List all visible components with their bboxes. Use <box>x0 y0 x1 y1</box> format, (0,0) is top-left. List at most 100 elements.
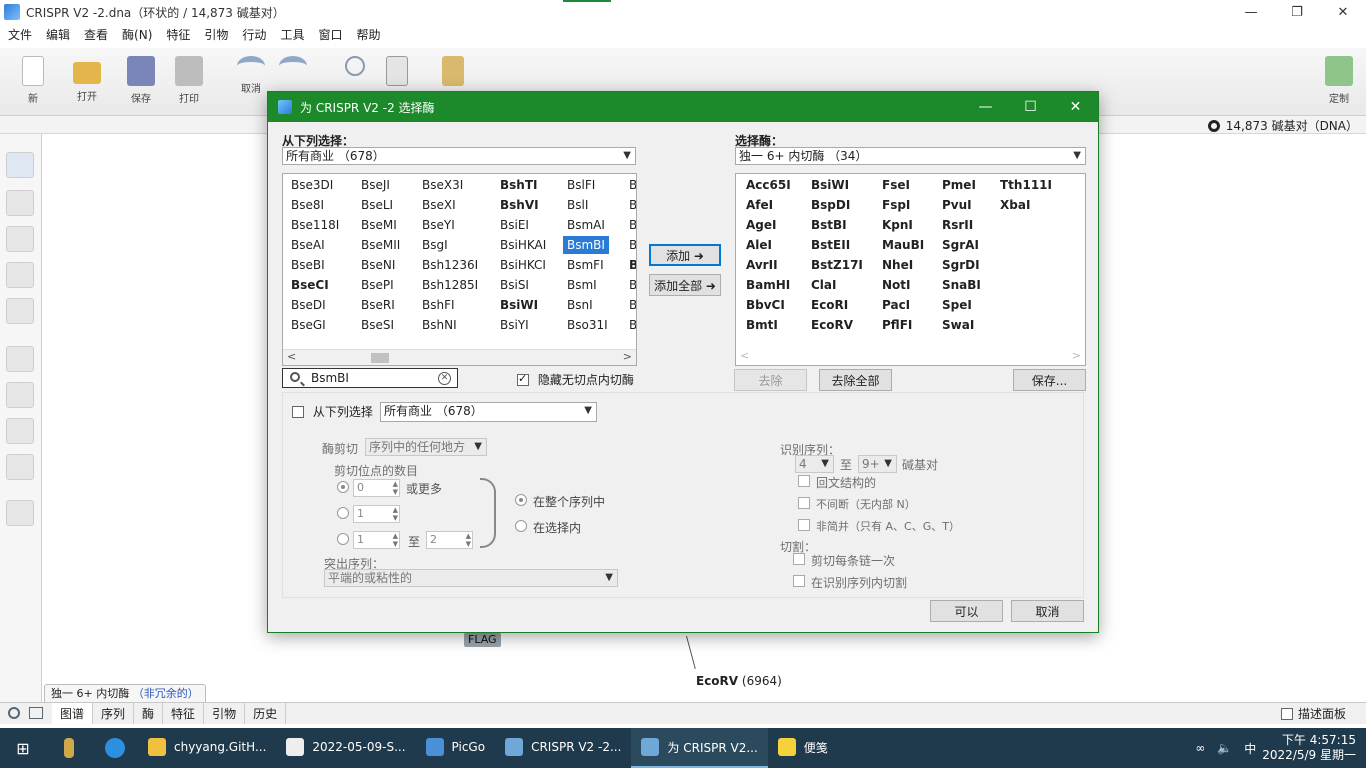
enzyme-item-selected[interactable]: BsmBI <box>563 236 609 254</box>
enzyme-item[interactable]: BsiYI <box>496 316 533 334</box>
enzyme-item[interactable]: BsePI <box>357 276 398 294</box>
enzyme-item[interactable]: B <box>625 196 636 214</box>
enzyme-cut-combo[interactable]: 序列中的任何地方 ▼ <box>365 438 487 456</box>
search-icon[interactable] <box>8 707 20 719</box>
enzyme-item[interactable]: Bse3DI <box>287 176 337 194</box>
chosen-enzyme-item[interactable]: SgrDI <box>938 256 984 274</box>
enzyme-item[interactable]: B <box>625 216 636 234</box>
tab-features[interactable]: 特征 <box>163 703 205 724</box>
uninterrupted-checkbox[interactable] <box>798 497 810 509</box>
spinner-arrows-icon[interactable]: ▲ ▼ <box>393 506 398 522</box>
chosen-enzyme-item[interactable]: XbaI <box>996 196 1034 214</box>
clear-search-icon[interactable]: ✕ <box>438 372 451 385</box>
chosen-enzyme-item[interactable]: AgeI <box>742 216 780 234</box>
new-button[interactable]: 新 <box>8 56 58 105</box>
open-button[interactable]: 打开 <box>62 56 112 103</box>
enzyme-item[interactable]: Bse118I <box>287 216 343 234</box>
chosen-enzyme-item[interactable]: SnaBI <box>938 276 985 294</box>
chosen-enzyme-item[interactable]: Tth111I <box>996 176 1056 194</box>
scroll-left-icon[interactable]: < <box>287 350 296 363</box>
enzyme-item[interactable]: BsiSI <box>496 276 533 294</box>
task-snapgene[interactable]: CRISPR V2 -2... <box>495 728 631 768</box>
choose-from-checkbox[interactable] <box>292 406 304 418</box>
highlight-combo[interactable]: 平端的或粘性的 ▼ <box>324 569 618 587</box>
sites-range-radio[interactable] <box>337 533 349 545</box>
network-icon[interactable]: ∞ <box>1195 741 1205 755</box>
minimize-button[interactable]: — <box>1228 0 1274 24</box>
menu-features[interactable]: 特征 <box>166 26 190 43</box>
save-button[interactable]: 保存 <box>116 56 166 105</box>
tab-primers[interactable]: 引物 <box>204 703 246 724</box>
palindromic-checkbox[interactable] <box>798 475 810 487</box>
primer-tool-button[interactable] <box>6 262 34 288</box>
enzyme-item[interactable]: B <box>625 236 636 254</box>
chosen-enzyme-item[interactable]: SpeI <box>938 296 976 314</box>
menu-primers[interactable]: 引物 <box>204 26 228 43</box>
chosen-enzyme-item[interactable]: BstEII <box>807 236 854 254</box>
copy-button[interactable] <box>372 56 422 90</box>
enzyme-item[interactable]: BseJI <box>357 176 394 194</box>
sites-exact-spinner[interactable]: 1 ▲ ▼ <box>353 505 400 523</box>
cancel-button[interactable]: 取消 <box>1011 600 1084 622</box>
chosen-enzyme-item[interactable]: BspDI <box>807 196 854 214</box>
chosen-enzyme-item[interactable]: BamHI <box>742 276 794 294</box>
close-button[interactable]: ✕ <box>1320 0 1366 24</box>
spinner-arrows-icon[interactable]: ▲ ▼ <box>393 480 398 496</box>
chosen-enzyme-item[interactable]: BstZ17I <box>807 256 867 274</box>
enzyme-item[interactable]: BseMII <box>357 236 404 254</box>
enzyme-item[interactable]: Bso31I <box>563 316 612 334</box>
enzyme-item[interactable]: BseX3I <box>418 176 467 194</box>
chosen-enzyme-item[interactable]: NotI <box>878 276 915 294</box>
recognition-max-combo[interactable]: 9+ ▼ <box>858 455 897 473</box>
enzyme-item[interactable]: BslFI <box>563 176 599 194</box>
chosen-enzyme-item[interactable]: PvuI <box>938 196 976 214</box>
task-enzyme-dialog[interactable]: 为 CRISPR V2... <box>631 728 768 768</box>
restore-button[interactable]: ❐ <box>1274 0 1320 24</box>
remove-all-button[interactable]: 去除全部 <box>819 369 892 391</box>
paste-button[interactable] <box>428 56 478 90</box>
enzyme-item[interactable]: BseNI <box>357 256 399 274</box>
enzyme-search-field[interactable]: BsmBI ✕ <box>282 368 458 388</box>
cut-within-checkbox[interactable] <box>793 575 805 587</box>
chosen-enzyme-item[interactable]: Acc65I <box>742 176 795 194</box>
ecorv-site-label[interactable]: EcoRV (6964) <box>696 674 782 688</box>
scroll-right-icon[interactable]: > <box>623 350 632 363</box>
scroll-left-icon[interactable]: < <box>740 349 749 362</box>
in-whole-sequence-radio[interactable] <box>515 494 527 506</box>
enzyme-item[interactable]: Bse8I <box>287 196 328 214</box>
enzymes-tool-button[interactable] <box>6 226 34 252</box>
enzyme-item[interactable]: BseGI <box>287 316 330 334</box>
chosen-enzymes-list[interactable]: < > Acc65I BsiWI FseI PmeI Tth111I AfeI BspDI F… <box>735 173 1086 366</box>
chosen-enzyme-item[interactable]: FseI <box>878 176 914 194</box>
enzyme-item[interactable]: BsiHKCI <box>496 256 550 274</box>
chosen-enzyme-item[interactable]: ClaI <box>807 276 840 294</box>
enzyme-item[interactable]: BseXI <box>418 196 460 214</box>
task-picgo[interactable]: PicGo <box>416 728 496 768</box>
scroll-thumb[interactable] <box>371 353 389 363</box>
enzyme-item[interactable]: BsiEI <box>496 216 533 234</box>
chosen-enzyme-item[interactable]: NheI <box>878 256 917 274</box>
enzyme-item[interactable]: B <box>625 296 636 314</box>
windows-start-icon[interactable]: ⊞ <box>0 728 46 768</box>
describe-panel-toggle[interactable]: 描述面板 <box>1280 705 1346 722</box>
save-enzyme-set-button[interactable]: 保存... <box>1013 369 1086 391</box>
menu-tools[interactable]: 工具 <box>280 26 304 43</box>
clock[interactable]: 下午 4:57:15 2022/5/9 星期一 <box>1262 733 1356 763</box>
enzyme-item[interactable]: Bsh1236I <box>418 256 482 274</box>
task-sticky-notes[interactable]: 便笺 <box>768 728 838 768</box>
hide-noncutters-checkbox[interactable] <box>517 372 529 386</box>
ruler-tool-button[interactable] <box>6 454 34 480</box>
chosen-enzyme-item[interactable]: EcoRV <box>807 316 857 334</box>
browser-icon[interactable] <box>92 728 138 768</box>
enzyme-item[interactable]: Bsh1285I <box>418 276 482 294</box>
feature-arrow-button[interactable] <box>6 190 34 216</box>
chosen-enzyme-item[interactable]: EcoRI <box>807 296 852 314</box>
sites-or-more-radio[interactable] <box>337 481 349 493</box>
describe-panel-checkbox[interactable] <box>1280 707 1293 720</box>
redo-button[interactable] <box>268 56 318 80</box>
dialog-close-button[interactable]: ✕ <box>1053 92 1098 122</box>
add-all-button[interactable]: 添加全部 ➜ <box>649 274 721 296</box>
enzyme-item[interactable]: BsmI <box>563 276 601 294</box>
enzyme-item[interactable]: B <box>625 176 636 194</box>
customize-button[interactable]: 定制 <box>1314 56 1364 105</box>
